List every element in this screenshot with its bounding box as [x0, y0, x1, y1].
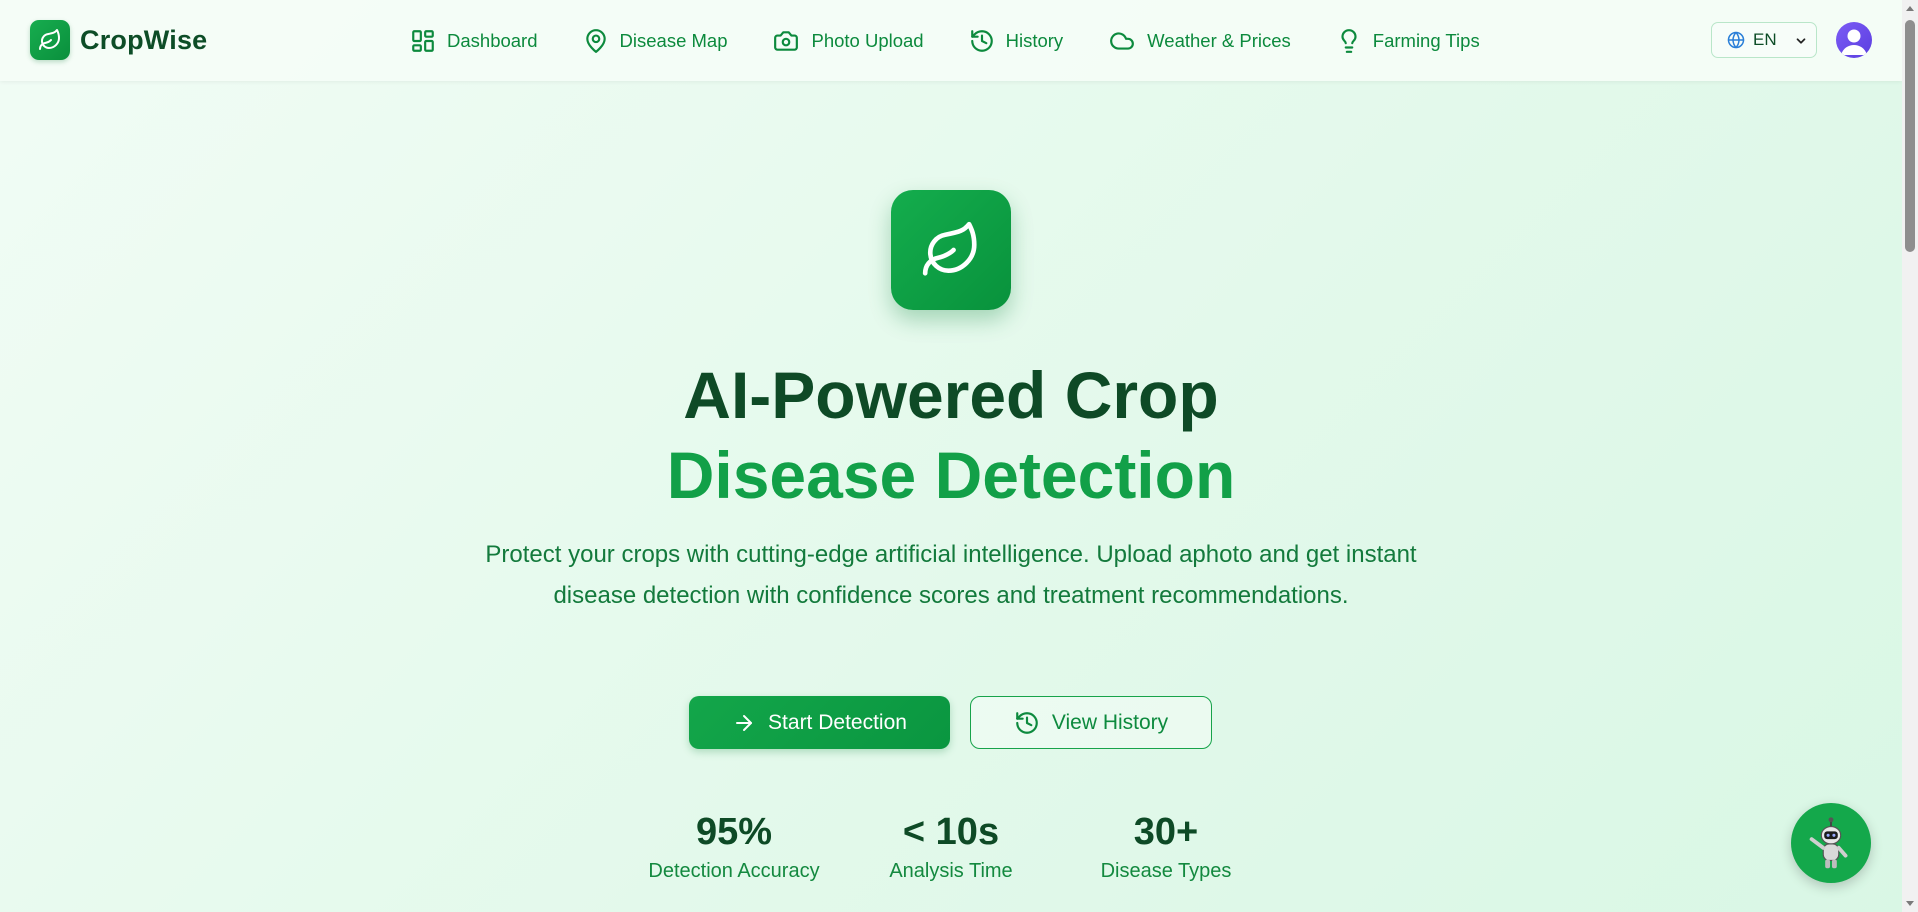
stat-label: Detection Accuracy [648, 860, 820, 882]
brand-link[interactable]: CropWise [30, 20, 207, 60]
start-detection-button[interactable]: Start Detection [689, 696, 950, 749]
map-pin-icon [585, 28, 606, 53]
nav-item-weather-prices[interactable]: Weather & Prices [1108, 28, 1291, 54]
history-icon [1016, 711, 1038, 734]
view-history-label: View History [1051, 710, 1169, 734]
nav-item-label: History [1005, 29, 1064, 51]
user-avatar[interactable] [1836, 22, 1872, 58]
hero-leaf-icon [891, 190, 1011, 310]
view-history-button[interactable]: View History [970, 696, 1212, 749]
cloud-icon [1110, 31, 1135, 50]
nav-item-label: Weather & Prices [1147, 29, 1291, 51]
nav-item-photo-upload[interactable]: Photo Upload [772, 28, 924, 54]
dashboard-icon [412, 29, 434, 52]
scrollbar-thumb[interactable] [1905, 20, 1915, 252]
robot-icon [1809, 817, 1848, 869]
globe-icon [1727, 31, 1745, 49]
nav-item-disease-map[interactable]: Disease Map [583, 28, 728, 54]
nav-item-history[interactable]: History [969, 28, 1064, 54]
stat-disease-types: 30+ Disease Types [1066, 806, 1266, 884]
navbar: CropWise Dashboard Disease Map Photo Upl… [0, 0, 1902, 81]
hero-title-line2: Disease Detection [666, 438, 1236, 512]
language-select[interactable]: EN [1711, 22, 1817, 58]
nav-item-label: Disease Map [619, 29, 728, 51]
hero-title-line1: AI-Powered Crop [683, 358, 1219, 432]
language-value: EN [1753, 30, 1777, 49]
stat-analysis-time: < 10s Analysis Time [851, 806, 1051, 884]
history-icon [970, 29, 993, 52]
stat-value: 95% [695, 811, 773, 853]
leaf-logo-icon [30, 20, 70, 60]
stat-label: Disease Types [1100, 860, 1232, 882]
nav-item-farming-tips[interactable]: Farming Tips [1336, 28, 1480, 54]
stat-value: < 10s [902, 811, 1000, 853]
stat-detection-accuracy: 95% Detection Accuracy [634, 806, 834, 884]
page-scrollbar[interactable] [1902, 0, 1918, 912]
stat-value: 30+ [1133, 811, 1199, 853]
nav-item-label: Farming Tips [1372, 29, 1480, 51]
nav-item-label: Dashboard [447, 29, 538, 51]
user-icon [1841, 29, 1867, 55]
chatbot-button[interactable] [1791, 803, 1871, 883]
nav-item-label: Photo Upload [811, 29, 924, 51]
chevron-down-icon [1796, 38, 1806, 44]
scroll-down-arrow-icon[interactable] [1906, 901, 1914, 906]
scroll-up-arrow-icon[interactable] [1906, 6, 1914, 11]
main-nav: Dashboard Disease Map Photo Upload Histo… [410, 0, 1525, 81]
lightbulb-icon [1341, 28, 1357, 53]
camera-icon [774, 30, 799, 51]
arrow-right-icon [736, 714, 753, 731]
brand-name: CropWise [80, 24, 208, 55]
hero-subtitle: Protect your crops with cutting-edge art… [485, 541, 1417, 609]
nav-item-dashboard[interactable]: Dashboard [410, 28, 538, 54]
start-detection-label: Start Detection [768, 710, 907, 734]
stat-label: Analysis Time [889, 860, 1013, 882]
